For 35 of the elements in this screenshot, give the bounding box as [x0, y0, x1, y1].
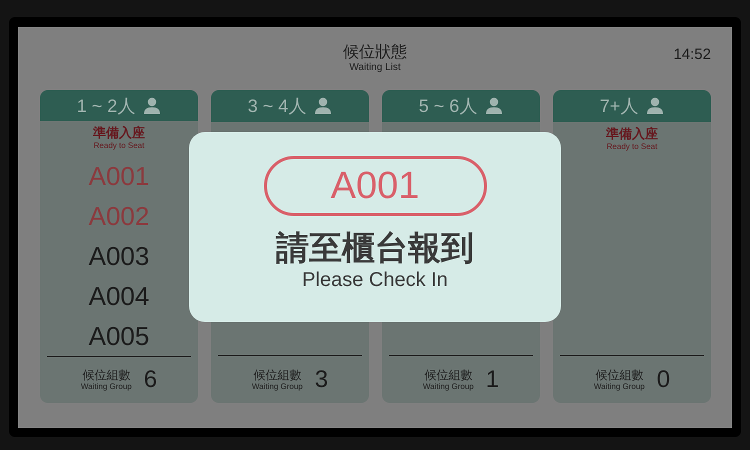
- count-label: 候位組數: [253, 368, 302, 382]
- party-size-label: 5 ~ 6人: [418, 97, 478, 115]
- ready-sublabel: Ready to Seat: [94, 141, 144, 152]
- count-sublabel: Waiting Group: [80, 382, 132, 392]
- count-label: 候位組數: [595, 368, 644, 382]
- party-size-label: 7+人: [600, 97, 638, 115]
- party-size-label: 1 ~ 2人: [76, 96, 136, 115]
- check-in-message: 請至櫃台報到: [276, 228, 474, 268]
- ready-sublabel: Ready to Seat: [606, 142, 658, 152]
- ticket-number: A004: [88, 280, 150, 314]
- person-icon: [646, 97, 664, 115]
- person-icon: [314, 97, 332, 115]
- party-size-label: 3 ~ 4人: [248, 97, 306, 115]
- person-icon: [143, 96, 162, 115]
- called-ticket: A001: [264, 156, 486, 216]
- clock-time: 14:52: [673, 45, 711, 65]
- ready-label: 準備入座: [93, 126, 145, 142]
- page-title: 候位狀態: [343, 42, 407, 62]
- count-label: 候位組數: [424, 368, 472, 382]
- waiting-count: 6: [144, 368, 158, 392]
- ticket-number: A005: [88, 320, 150, 354]
- waiting-count: 0: [656, 368, 670, 392]
- count-sublabel: Waiting Group: [252, 382, 303, 392]
- ready-label: 準備入座: [606, 127, 658, 142]
- page-subtitle: Waiting List: [349, 62, 401, 74]
- waiting-count: 3: [314, 368, 328, 392]
- ticket-number: A002: [88, 200, 150, 234]
- ticket-number: A003: [88, 240, 150, 274]
- ticket-number: A001: [88, 160, 150, 194]
- check-in-message-en: Please Check In: [302, 268, 448, 292]
- count-sublabel: Waiting Group: [422, 382, 474, 392]
- waiting-count: 1: [486, 368, 500, 392]
- count-label: 候位組數: [82, 368, 130, 382]
- person-icon: [485, 97, 504, 115]
- count-sublabel: Waiting Group: [594, 382, 645, 392]
